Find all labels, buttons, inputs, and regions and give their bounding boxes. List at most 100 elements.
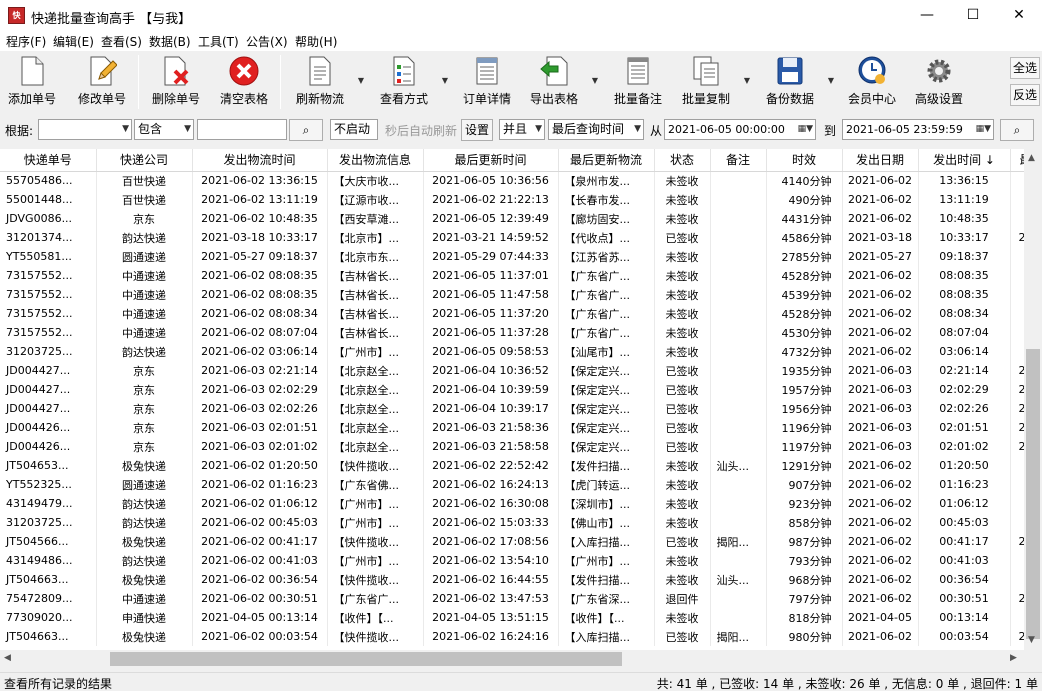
backup-data-button[interactable]: 备份数据	[760, 55, 820, 111]
to-datetime-picker[interactable]: 2021-06-05 23:59:59 ▦▼	[842, 119, 994, 140]
horizontal-scroll-thumb[interactable]	[110, 652, 622, 666]
close-button[interactable]: ✕	[996, 0, 1042, 31]
table-row[interactable]: JT504663... 极兔快递 2021-06-02 00:36:54 【快件揽收.…	[0, 570, 1024, 589]
menu-tools[interactable]: 工具(T)	[198, 33, 239, 50]
set-button[interactable]: 设置	[461, 119, 493, 141]
table-row[interactable]: 43149486... 韵达快递 2021-06-02 00:41:03 【广州市】.…	[0, 551, 1024, 570]
refresh-logistics-button[interactable]: 刷新物流	[290, 55, 350, 111]
table-row[interactable]: 73157552... 中通速递 2021-06-02 08:08:35 【吉林省长.…	[0, 285, 1024, 304]
scroll-right-icon[interactable]: ▶	[1010, 653, 1017, 663]
scroll-down-icon[interactable]: ▼	[1028, 635, 1035, 645]
table-cell: 2021-06-05 09:58:53	[423, 342, 559, 361]
from-datetime-picker[interactable]: 2021-06-05 00:00:00 ▦▼	[664, 119, 816, 140]
column-header[interactable]: 发出物流信息	[327, 149, 424, 172]
vertical-scrollbar[interactable]: ▲ ▼	[1024, 149, 1042, 650]
scroll-left-icon[interactable]: ◀	[4, 653, 11, 663]
table-row[interactable]: 31201374... 韵达快递 2021-03-18 10:33:17 【北京市】.…	[0, 228, 1024, 247]
column-header[interactable]: 最后更新时间	[423, 149, 559, 172]
table-cell: 京东	[96, 361, 193, 380]
table-row[interactable]: JT504663... 极兔快递 2021-06-02 00:03:54 【快件揽收.…	[0, 627, 1024, 646]
batch-note-button[interactable]: 批量备注	[608, 55, 668, 111]
table-cell: 43149486...	[0, 551, 97, 570]
invert-selection-button[interactable]: 反选	[1010, 84, 1040, 106]
time-field-select[interactable]: 最后查询时间 ▼	[548, 119, 644, 140]
menu-edit[interactable]: 编辑(E)	[53, 33, 94, 50]
table-cell: 2021-06-05 10:36:56	[423, 171, 559, 190]
column-header[interactable]: 发出物流时间	[192, 149, 328, 172]
add-order-button[interactable]: 添加单号	[4, 55, 60, 111]
view-mode-button[interactable]: 查看方式	[374, 55, 434, 111]
auto-refresh-value: 不启动	[334, 122, 371, 136]
column-header[interactable]: 状态	[654, 149, 711, 172]
table-row[interactable]: JDVG0086... 京东 2021-06-02 10:48:35 【西安草滩...…	[0, 209, 1024, 228]
select-all-button[interactable]: 全选	[1010, 57, 1040, 79]
keyword-input[interactable]	[197, 119, 287, 140]
table-row[interactable]: 31203725... 韵达快递 2021-06-02 00:45:03 【广州市】.…	[0, 513, 1024, 532]
table-row[interactable]: 75472809... 中通速递 2021-06-02 00:30:51 【广东省广.…	[0, 589, 1024, 608]
table-cell	[1010, 570, 1024, 589]
column-header[interactable]: 快递公司	[96, 149, 193, 172]
table-row[interactable]: JD004427... 京东 2021-06-03 02:02:26 【北京赵全...…	[0, 399, 1024, 418]
backup-dropdown-arrow[interactable]: ▼	[826, 76, 836, 86]
column-header[interactable]: 发出日期	[842, 149, 919, 172]
results-table[interactable]: 快递单号 快递公司 发出物流时间 发出物流信息 最后更新时间 最后更新物流 状态 备注 时效 发出…	[0, 149, 1024, 650]
table-row[interactable]: JD004427... 京东 2021-06-03 02:02:29 【北京赵全...…	[0, 380, 1024, 399]
table-row[interactable]: JT504566... 极兔快递 2021-06-02 00:41:17 【快件揽收.…	[0, 532, 1024, 551]
table-row[interactable]: JD004427... 京东 2021-06-03 02:21:14 【北京赵全...…	[0, 361, 1024, 380]
table-row[interactable]: 31203725... 韵达快递 2021-06-02 03:06:14 【广州市】.…	[0, 342, 1024, 361]
table-row[interactable]: 55001448... 百世快递 2021-06-02 13:11:19 【辽源市收.…	[0, 190, 1024, 209]
table-row[interactable]: 73157552... 中通速递 2021-06-02 08:07:04 【吉林省长.…	[0, 323, 1024, 342]
logic-select[interactable]: 并且 ▼	[499, 119, 545, 140]
advanced-settings-button[interactable]: 高级设置	[908, 55, 970, 111]
table-row[interactable]: YT552325... 圆通速递 2021-06-02 01:16:23 【广东省佛.…	[0, 475, 1024, 494]
horizontal-scrollbar[interactable]: ◀ ▶	[0, 650, 1024, 668]
table-cell: 韵达快递	[96, 551, 193, 570]
view-mode-dropdown-arrow[interactable]: ▼	[440, 76, 450, 86]
table-row[interactable]: 73157552... 中通速递 2021-06-02 08:08:34 【吉林省长.…	[0, 304, 1024, 323]
menu-data[interactable]: 数据(B)	[149, 33, 191, 50]
export-dropdown-arrow[interactable]: ▼	[590, 76, 600, 86]
table-cell: 2021-06-02	[842, 475, 919, 494]
table-row[interactable]: 55705486... 百世快递 2021-06-02 13:36:15 【大庆市收.…	[0, 171, 1024, 190]
delete-order-button[interactable]: 删除单号	[148, 55, 204, 111]
batch-copy-button[interactable]: 批量复制	[676, 55, 736, 111]
search-button[interactable]: ⌕	[289, 119, 323, 141]
query-button[interactable]: ⌕	[1000, 119, 1034, 141]
maximize-button[interactable]: ☐	[950, 0, 996, 31]
column-header[interactable]: 备注	[710, 149, 767, 172]
table-row[interactable]: JD004426... 京东 2021-06-03 02:01:51 【北京赵全...…	[0, 418, 1024, 437]
table-cell: 未签收	[654, 342, 711, 361]
table-cell: 4539分钟	[766, 285, 843, 304]
menu-view[interactable]: 查看(S)	[101, 33, 142, 50]
refresh-dropdown-arrow[interactable]: ▼	[356, 76, 366, 86]
column-header[interactable]: 发出时间 ↓	[918, 149, 1011, 172]
table-cell: 01:20:50	[918, 456, 1011, 475]
member-center-button[interactable]: 会员中心	[844, 55, 900, 111]
table-row[interactable]: 43149479... 韵达快递 2021-06-02 01:06:12 【广州市】.…	[0, 494, 1024, 513]
batch-copy-dropdown-arrow[interactable]: ▼	[742, 76, 752, 86]
clear-table-button[interactable]: 清空表格	[216, 55, 272, 111]
toolbar: 添加单号 修改单号 删除单号 清空表格 刷新物流 ▼ 查看方式 ▼ 订单详情 导…	[0, 51, 1042, 115]
table-row[interactable]: JT504653... 极兔快递 2021-06-02 01:20:50 【快件揽收.…	[0, 456, 1024, 475]
column-header[interactable]: 最	[1010, 149, 1024, 172]
menu-help[interactable]: 帮助(H)	[295, 33, 337, 50]
table-row[interactable]: JD004426... 京东 2021-06-03 02:01:02 【北京赵全...…	[0, 437, 1024, 456]
column-header[interactable]: 最后更新物流	[558, 149, 655, 172]
column-header[interactable]: 快递单号	[0, 149, 97, 172]
menu-program[interactable]: 程序(F)	[6, 33, 46, 50]
auto-refresh-select[interactable]: 不启动	[330, 119, 378, 140]
order-detail-button[interactable]: 订单详情	[458, 55, 516, 111]
scroll-up-icon[interactable]: ▲	[1028, 153, 1035, 163]
menu-notice[interactable]: 公告(X)	[246, 33, 288, 50]
minimize-button[interactable]: —	[904, 0, 950, 31]
match-mode-select[interactable]: 包含 ▼	[134, 119, 194, 140]
table-row[interactable]: 77309020... 申通快递 2021-04-05 00:13:14 【收件】【.…	[0, 608, 1024, 627]
table-row[interactable]: YT550581... 圆通速递 2021-05-27 09:18:37 【北京市东.…	[0, 247, 1024, 266]
edit-order-button[interactable]: 修改单号	[74, 55, 130, 111]
vertical-scroll-thumb[interactable]	[1026, 349, 1040, 639]
table-cell: 【发件扫描...	[558, 456, 655, 475]
basis-field-select[interactable]: ▼	[38, 119, 132, 140]
table-row[interactable]: 73157552... 中通速递 2021-06-02 08:08:35 【吉林省长.…	[0, 266, 1024, 285]
column-header[interactable]: 时效	[766, 149, 843, 172]
export-table-button[interactable]: 导出表格	[524, 55, 584, 111]
